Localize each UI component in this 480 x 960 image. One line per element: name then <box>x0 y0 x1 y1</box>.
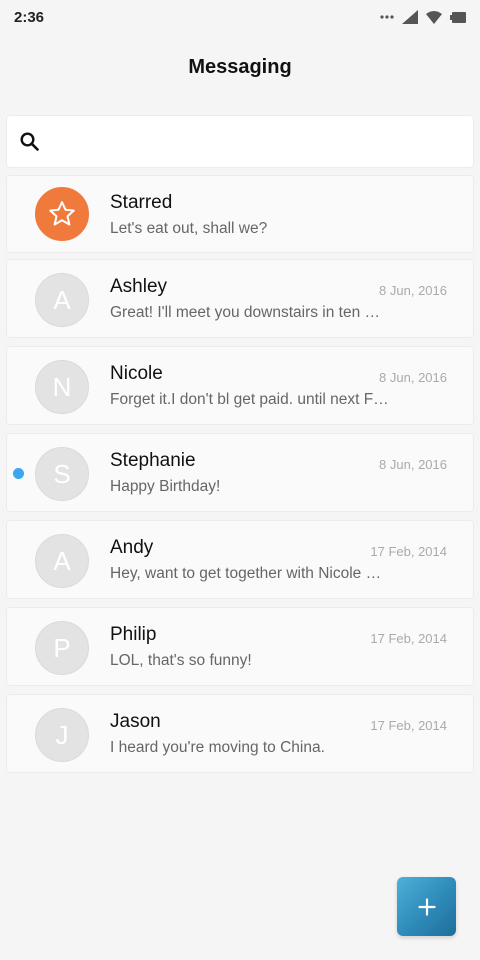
search-input[interactable] <box>49 116 473 167</box>
conversation-nicole[interactable]: N Nicole 8 Jun, 2016 Forget it.I don't b… <box>6 346 474 425</box>
status-icons <box>380 10 466 24</box>
conversation-list: Starred Let's eat out, shall we? A Ashle… <box>6 175 474 781</box>
starred-avatar <box>35 187 89 241</box>
conversation-name: Philip <box>110 624 157 645</box>
conversation-date: 17 Feb, 2014 <box>370 544 447 559</box>
page-title: Messaging <box>188 56 292 78</box>
search-icon <box>20 132 39 151</box>
avatar: J <box>35 708 89 762</box>
conversation-preview: Happy Birthday! <box>110 478 221 495</box>
conversation-name: Starred <box>110 192 173 213</box>
plus-icon <box>417 897 436 916</box>
unread-indicator <box>13 468 24 479</box>
new-message-button[interactable] <box>397 877 456 936</box>
conversation-date: 8 Jun, 2016 <box>379 370 447 385</box>
conversation-stephanie[interactable]: S Stephanie 8 Jun, 2016 Happy Birthday! <box>6 433 474 512</box>
conversation-name: Stephanie <box>110 450 196 471</box>
avatar: N <box>35 360 89 414</box>
conversation-date: 8 Jun, 2016 <box>379 283 447 298</box>
avatar: S <box>35 447 89 501</box>
dots-icon <box>380 15 394 19</box>
status-bar: 2:36 <box>0 0 480 34</box>
conversation-name: Andy <box>110 537 154 558</box>
battery-icon <box>450 11 466 23</box>
wifi-icon <box>426 10 442 24</box>
conversation-preview: I heard you're moving to China. <box>110 739 325 756</box>
conversation-philip[interactable]: P Philip 17 Feb, 2014 LOL, that's so fun… <box>6 607 474 686</box>
conversation-preview: LOL, that's so funny! <box>110 652 252 669</box>
star-icon <box>49 201 75 226</box>
conversation-preview: Hey, want to get together with Nicole … <box>110 565 382 582</box>
conversation-andy[interactable]: A Andy 17 Feb, 2014 Hey, want to get tog… <box>6 520 474 599</box>
messaging-screen: 2:36 Messaging Starred Let's eat out, sh… <box>0 0 480 960</box>
conversation-date: 17 Feb, 2014 <box>370 631 447 646</box>
avatar: A <box>35 273 89 327</box>
conversation-preview: Let's eat out, shall we? <box>110 220 268 237</box>
search-bar[interactable] <box>6 115 474 168</box>
conversation-name: Nicole <box>110 363 163 384</box>
conversation-preview: Great! I'll meet you downstairs in ten … <box>110 304 381 321</box>
avatar: A <box>35 534 89 588</box>
avatar: P <box>35 621 89 675</box>
conversation-date: 8 Jun, 2016 <box>379 457 447 472</box>
conversation-name: Ashley <box>110 276 168 297</box>
conversation-date: 17 Feb, 2014 <box>370 718 447 733</box>
conversation-ashley[interactable]: A Ashley 8 Jun, 2016 Great! I'll meet yo… <box>6 259 474 338</box>
signal-icon <box>402 10 418 24</box>
conversation-jason[interactable]: J Jason 17 Feb, 2014 I heard you're movi… <box>6 694 474 773</box>
conversation-preview: Forget it.I don't bl get paid. until nex… <box>110 391 389 408</box>
conversation-name: Jason <box>110 711 161 732</box>
status-time: 2:36 <box>14 8 45 26</box>
conversation-starred[interactable]: Starred Let's eat out, shall we? <box>6 175 474 253</box>
